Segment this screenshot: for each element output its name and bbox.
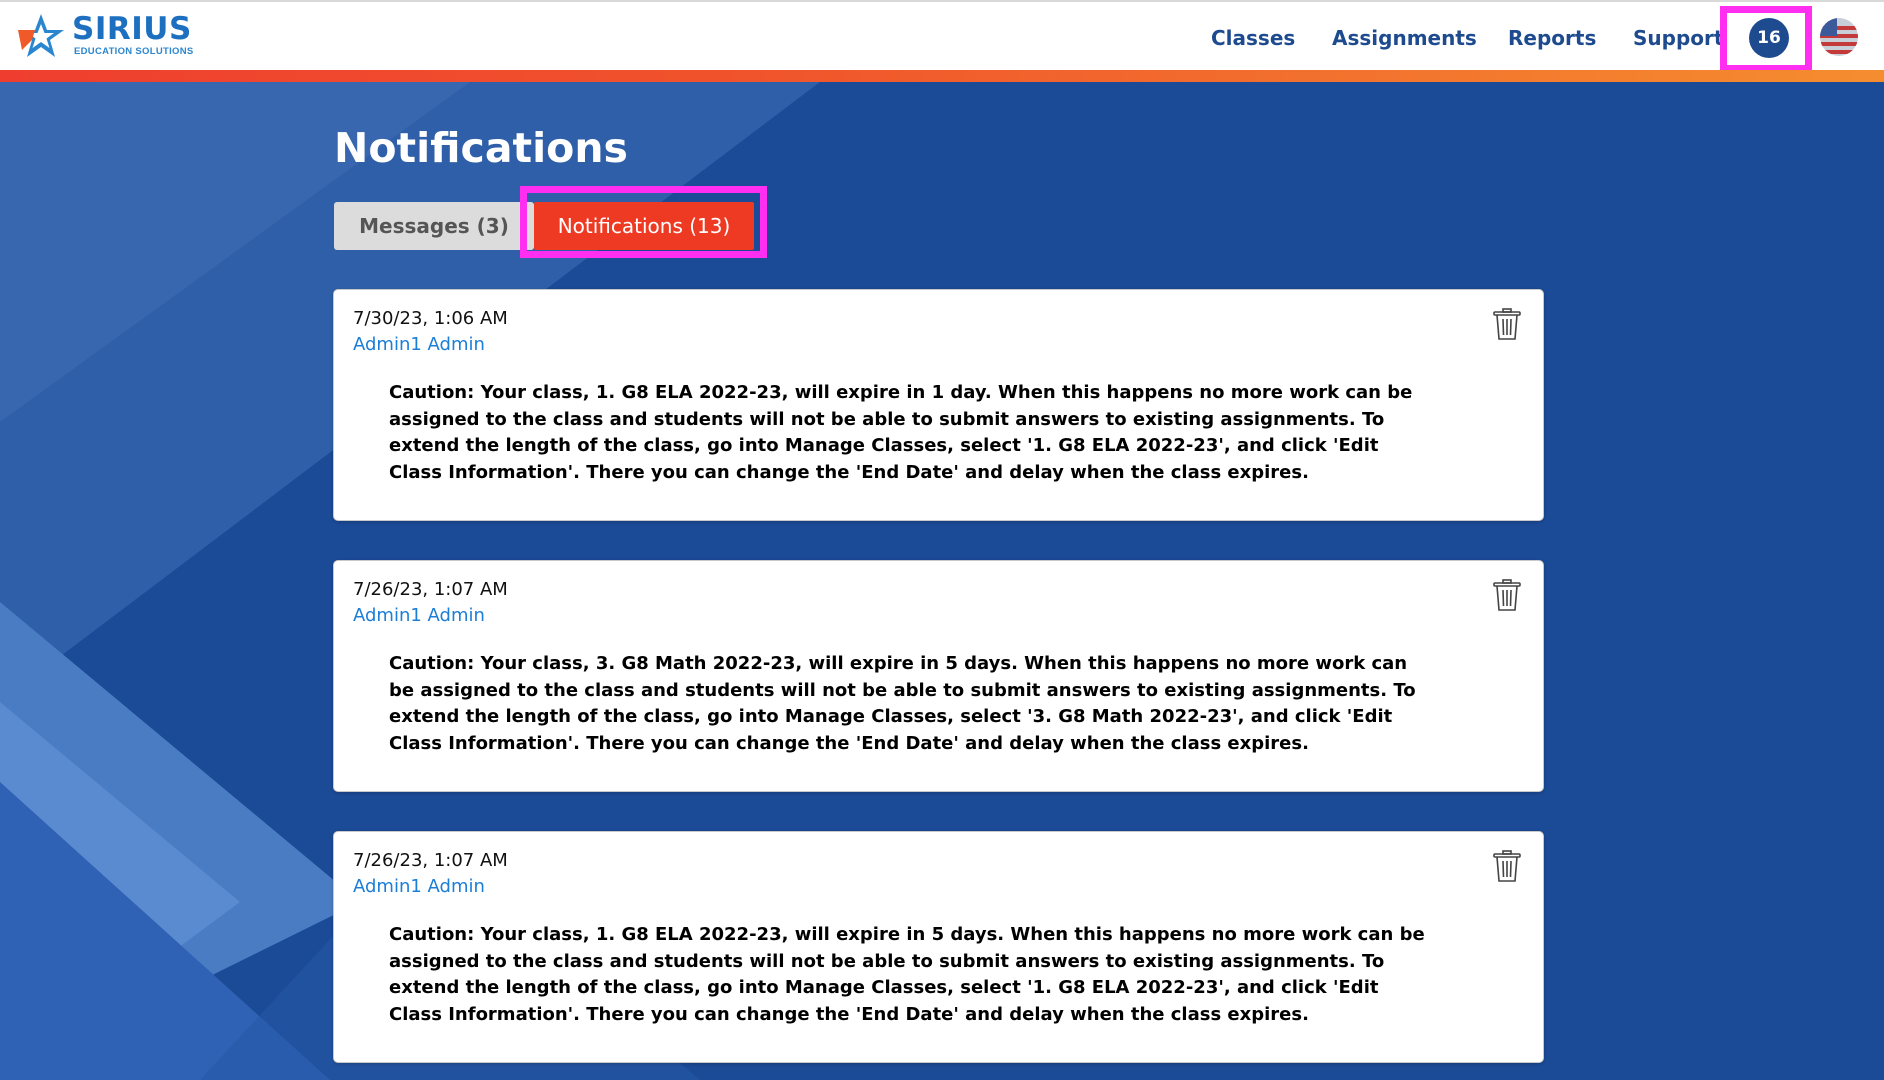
notification-card: 7/26/23, 1:07 AM Admin1 Admin Caution: Y… (333, 831, 1544, 1063)
notification-count-badge[interactable]: 16 (1749, 18, 1789, 58)
trash-icon[interactable] (1493, 308, 1521, 340)
nav-support[interactable]: Support (1633, 26, 1723, 50)
logo-subtitle: EDUCATION SOLUTIONS (74, 46, 194, 57)
notification-sender-link[interactable]: Admin1 Admin (353, 605, 485, 626)
nav-classes[interactable]: Classes (1211, 26, 1295, 50)
notification-date: 7/26/23, 1:07 AM (353, 850, 508, 871)
user-avatar-flag-icon (1820, 18, 1858, 56)
notification-message: Caution: Your class, 1. G8 ELA 2022-23, … (389, 924, 1425, 1025)
tab-notifications[interactable]: Notifications (13) (534, 202, 754, 250)
page-title: Notifications (334, 124, 628, 172)
top-navbar: SIRIUS EDUCATION SOLUTIONS Classes Assig… (0, 0, 1884, 72)
nav-assignments[interactable]: Assignments (1332, 26, 1477, 50)
tab-messages[interactable]: Messages (3) (334, 202, 534, 250)
sirius-logo[interactable]: SIRIUS EDUCATION SOLUTIONS (16, 12, 196, 62)
notification-message: Caution: Your class, 3. G8 Math 2022-23,… (389, 653, 1416, 754)
notification-date: 7/30/23, 1:06 AM (353, 308, 508, 329)
header-accent-stripe (0, 70, 1884, 82)
star-logo-icon (18, 14, 64, 57)
user-avatar[interactable] (1820, 18, 1858, 56)
logo-wordmark: SIRIUS (72, 11, 192, 47)
notification-date: 7/26/23, 1:07 AM (353, 579, 508, 600)
notification-card: 7/26/23, 1:07 AM Admin1 Admin Caution: Y… (333, 560, 1544, 792)
notification-card: 7/30/23, 1:06 AM Admin1 Admin Caution: Y… (333, 289, 1544, 521)
notification-message: Caution: Your class, 1. G8 ELA 2022-23, … (389, 382, 1413, 483)
trash-icon[interactable] (1493, 579, 1521, 611)
notification-sender-link[interactable]: Admin1 Admin (353, 334, 485, 355)
nav-reports[interactable]: Reports (1508, 26, 1596, 50)
notification-sender-link[interactable]: Admin1 Admin (353, 876, 485, 897)
trash-icon[interactable] (1493, 850, 1521, 882)
